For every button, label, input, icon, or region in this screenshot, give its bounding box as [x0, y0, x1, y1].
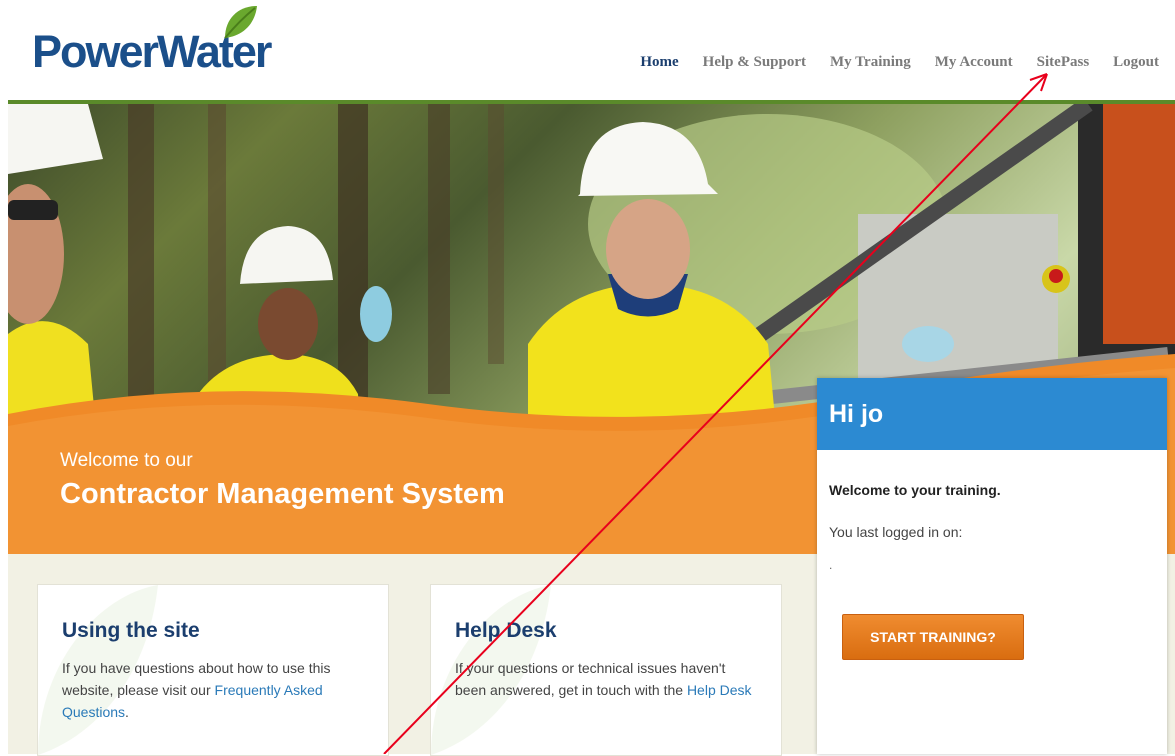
- card-text-body: If your questions or technical issues ha…: [455, 660, 726, 698]
- card-title: Using the site: [62, 619, 200, 642]
- welcome-subtitle: Welcome to our: [60, 450, 193, 471]
- nav-help-support[interactable]: Help & Support: [691, 50, 818, 75]
- welcome-title: Contractor Management System: [60, 478, 505, 510]
- training-welcome: Welcome to your training.: [829, 482, 1001, 498]
- card-using-site: Using the site If you have questions abo…: [37, 584, 389, 756]
- user-panel: Hi jo Welcome to your training. You last…: [817, 378, 1167, 754]
- help-desk-link[interactable]: Help Desk: [687, 682, 752, 698]
- main-nav: Home Help & Support My Training My Accou…: [628, 50, 1171, 75]
- card-text-end: .: [125, 704, 129, 720]
- nav-sitepass[interactable]: SitePass: [1025, 50, 1102, 75]
- last-login-label: You last logged in on:: [829, 524, 963, 540]
- nav-my-account[interactable]: My Account: [923, 50, 1025, 75]
- header: PowerWater Home Help & Support My Traini…: [0, 0, 1175, 100]
- nav-my-training[interactable]: My Training: [818, 50, 923, 75]
- card-text: If you have questions about how to use t…: [62, 657, 362, 723]
- panel-header: Hi jo: [817, 378, 1167, 450]
- card-help-desk: Help Desk If your questions or technical…: [430, 584, 782, 756]
- nav-logout[interactable]: Logout: [1101, 50, 1171, 75]
- last-login-value: .: [829, 558, 833, 572]
- greeting: Hi jo: [829, 400, 884, 428]
- card-text: If your questions or technical issues ha…: [455, 657, 755, 701]
- card-title: Help Desk: [455, 619, 557, 642]
- start-training-button[interactable]: START TRAINING?: [842, 614, 1024, 660]
- leaf-icon: [224, 6, 257, 39]
- nav-home[interactable]: Home: [628, 50, 690, 75]
